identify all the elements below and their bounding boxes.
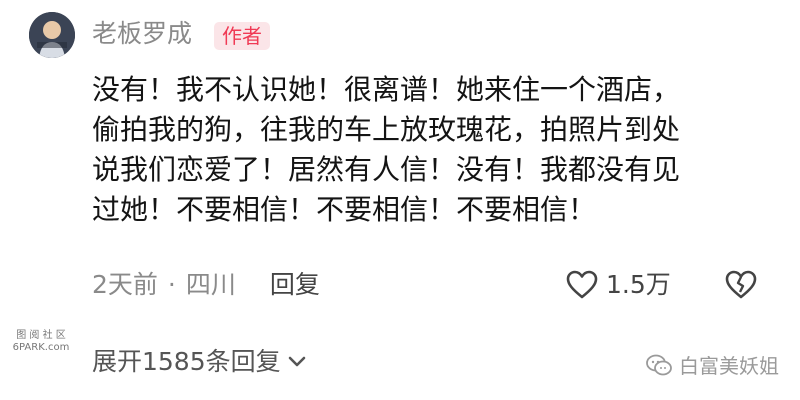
heart-outline-icon: [566, 270, 598, 299]
watermark-top-text: 图 阅 社 区: [16, 330, 66, 341]
chevron-down-icon: [288, 356, 305, 367]
comment-location: 四川: [185, 270, 236, 299]
site-watermark: 图 阅 社 区 6PARK.com: [6, 330, 76, 354]
expand-replies-label: 展开1585条回复: [92, 347, 281, 376]
comment-meta: 2天前 · 四川 回复: [92, 268, 320, 302]
broken-heart-icon: [725, 270, 757, 299]
comment-line: 过她！不要相信！不要相信！不要相信！: [92, 193, 597, 226]
comment-text: 没有！我不认识她！很离谱！她来住一个酒店， 偷拍我的狗，往我的车上放玫瑰花，拍照…: [92, 70, 782, 230]
author-avatar[interactable]: [29, 12, 75, 58]
comment-time: 2天前: [92, 270, 158, 299]
author-badge: 作者: [214, 22, 270, 50]
comment-line: 没有！我不认识她！很离谱！她来住一个酒店，: [92, 73, 681, 106]
wechat-account-name: 白富美妖姐: [679, 354, 779, 378]
comment-line: 偷拍我的狗，往我的车上放玫瑰花，拍照片到处: [92, 113, 681, 146]
like-count: 1.5万: [606, 270, 671, 299]
meta-separator: ·: [167, 270, 176, 299]
comment-line: 说我们恋爱了！居然有人信！没有！我都没有见: [92, 153, 681, 186]
reply-button[interactable]: 回复: [270, 268, 320, 302]
dislike-button[interactable]: [725, 270, 757, 300]
expand-replies-button[interactable]: 展开1585条回复: [92, 345, 307, 379]
like-button[interactable]: 1.5万: [566, 268, 671, 302]
avatar-image: [29, 12, 75, 58]
author-name[interactable]: 老板罗成: [92, 17, 192, 51]
wechat-watermark: 白富美妖姐: [645, 350, 779, 379]
watermark-bottom-text: 6PARK.com: [12, 342, 70, 353]
wechat-icon: [646, 354, 672, 375]
